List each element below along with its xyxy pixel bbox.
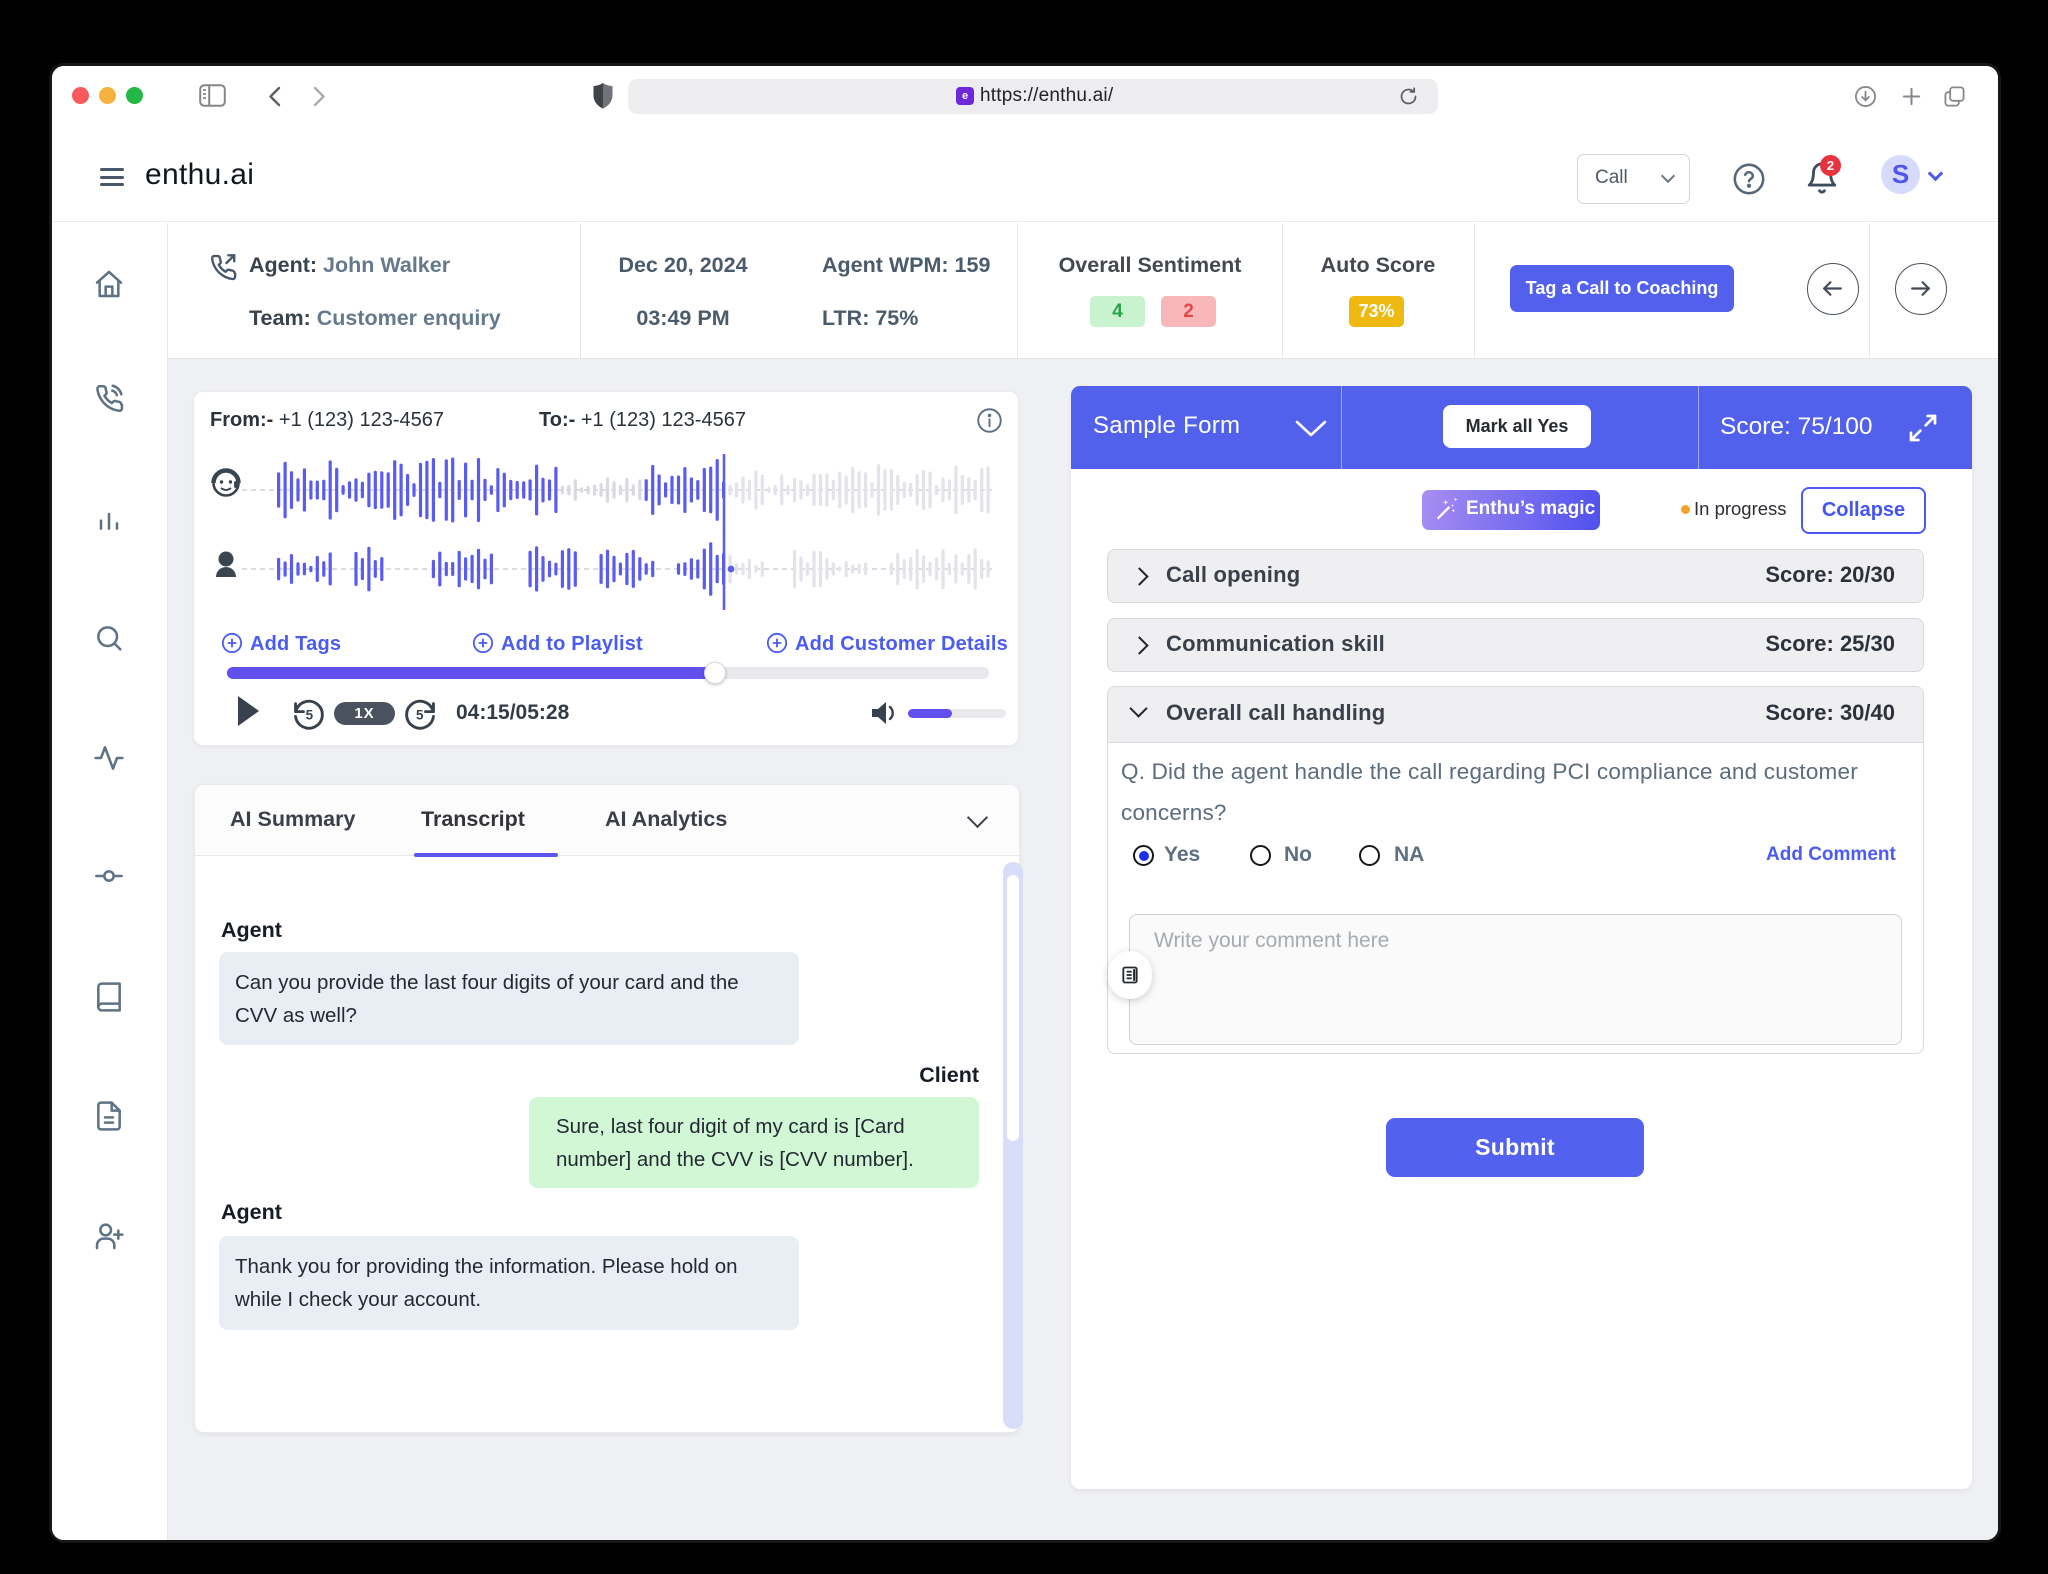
svg-text:5: 5 bbox=[416, 707, 424, 722]
svg-text:5: 5 bbox=[306, 707, 314, 722]
